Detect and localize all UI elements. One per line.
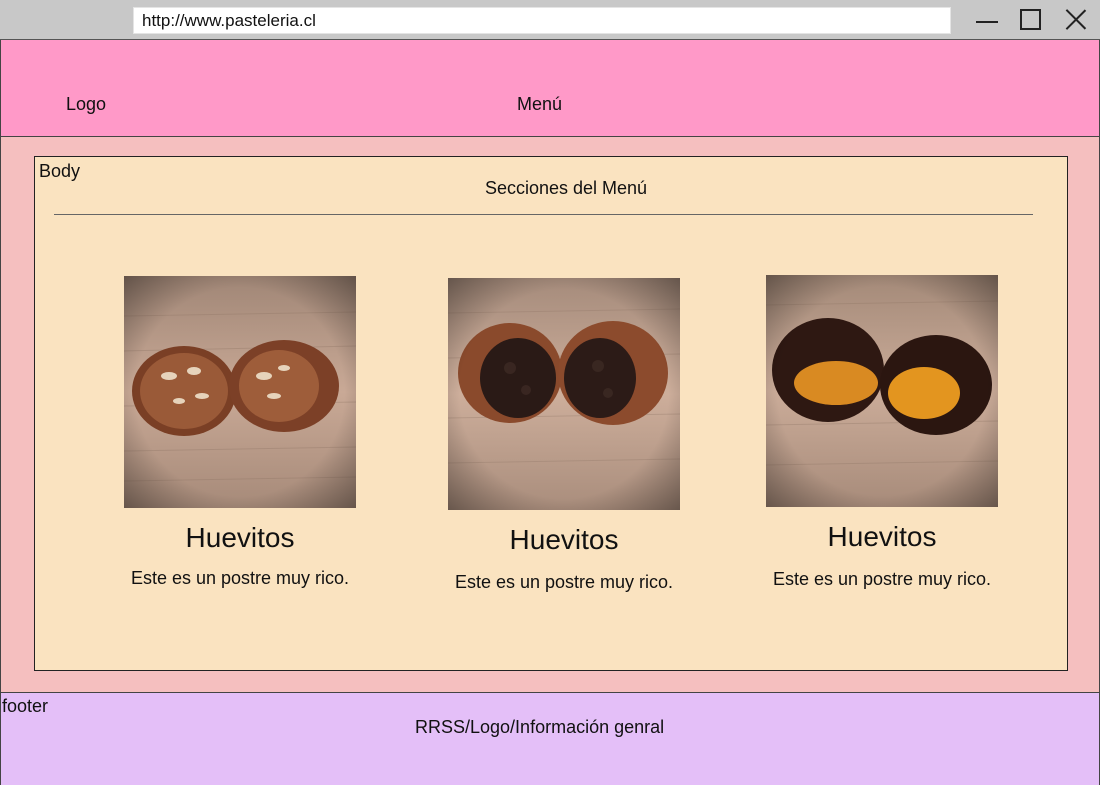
product-card[interactable]: Huevitos Este es un postre muy rico. <box>124 276 356 589</box>
sections-title: Secciones del Menú <box>484 178 648 198</box>
product-title: Huevitos <box>185 522 295 553</box>
logo[interactable]: Logo <box>66 94 106 115</box>
body-section: Body Secciones del Menú Huevitos Este es… <box>34 156 1068 671</box>
url-bar[interactable]: http://www.pasteleria.cl <box>133 7 951 34</box>
product-image <box>448 278 680 510</box>
footer-info: RRSS/Logo/Información genral <box>415 717 665 737</box>
product-card[interactable]: Huevitos Este es un postre muy rico. <box>448 278 680 593</box>
product-title: Huevitos <box>509 524 619 555</box>
product-description: Este es un postre muy rico. <box>772 569 992 589</box>
main-area: Body Secciones del Menú Huevitos Este es… <box>0 137 1100 693</box>
menu[interactable]: Menú <box>517 94 562 115</box>
product-description: Este es un postre muy rico. <box>130 568 350 588</box>
product-card[interactable]: Huevitos Este es un postre muy rico. <box>766 275 998 590</box>
product-image <box>124 276 356 508</box>
divider <box>54 214 1033 215</box>
maximize-icon[interactable] <box>1020 9 1041 30</box>
site-header: Logo Menú <box>0 40 1100 137</box>
product-image <box>766 275 998 507</box>
footer-label: footer <box>2 696 49 716</box>
close-icon[interactable] <box>1064 8 1088 32</box>
browser-chrome: http://www.pasteleria.cl <box>0 0 1100 40</box>
minimize-icon[interactable] <box>975 8 999 32</box>
product-description: Este es un postre muy rico. <box>454 572 674 592</box>
product-title: Huevitos <box>827 521 937 552</box>
site-footer: footer RRSS/Logo/Información genral <box>0 692 1100 785</box>
